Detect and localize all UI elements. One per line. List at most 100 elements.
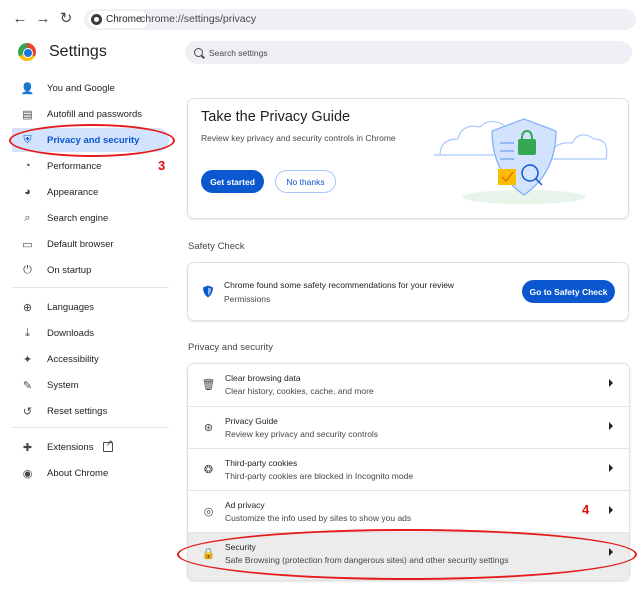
puzzle-icon: ✚	[22, 441, 33, 454]
lock-icon: 🔒	[201, 548, 216, 560]
sidebar-item-languages[interactable]: ⊕ Languages	[12, 295, 169, 319]
safety-check-message: Chrome found some safety recommendations…	[224, 280, 455, 290]
browser-icon: ▭	[22, 238, 33, 251]
palette-icon: ◕	[24, 186, 31, 198]
sidebar-item-reset-settings[interactable]: ↺ Reset settings	[12, 399, 169, 423]
no-thanks-button[interactable]: No thanks	[275, 170, 336, 193]
sidebar-item-search-engine[interactable]: ⌕ Search engine	[12, 206, 169, 230]
chevron-right-icon	[609, 506, 613, 514]
sidebar-item-autofill[interactable]: ▤ Autofill and passwords	[12, 102, 169, 126]
chrome-icon: ◉	[22, 467, 33, 480]
reset-icon: ↺	[22, 405, 33, 418]
wrench-icon: ✎	[22, 379, 33, 392]
external-link-icon	[103, 438, 114, 452]
chrome-icon	[91, 14, 102, 25]
sidebar-item-downloads[interactable]: ⤓ Downloads	[12, 321, 169, 345]
chevron-right-icon	[609, 548, 613, 556]
sidebar-divider	[12, 287, 169, 288]
row-clear-browsing-data[interactable]: 🗑 Clear browsing data Clear history, coo…	[188, 364, 629, 406]
privacy-guide-title: Take the Privacy Guide	[201, 109, 351, 125]
globe-icon: ⊕	[22, 301, 33, 314]
person-icon: 👤	[20, 82, 35, 95]
safety-shield-icon	[203, 285, 213, 298]
sidebar-divider	[12, 427, 169, 428]
ad-privacy-icon: ◎	[203, 506, 214, 518]
compass-icon: ⊛	[203, 422, 214, 434]
sidebar-item-label: Accessibility	[47, 353, 99, 365]
search-icon	[194, 48, 203, 57]
get-started-button[interactable]: Get started	[201, 170, 264, 193]
settings-brand: Settings	[18, 43, 107, 61]
row-title: Clear browsing data	[225, 373, 301, 383]
sidebar-item-label: Extensions	[47, 441, 94, 453]
row-description: Third-party cookies are blocked in Incog…	[225, 471, 414, 481]
sidebar-item-about-chrome[interactable]: ◉ About Chrome	[12, 461, 169, 485]
forward-button[interactable]: →	[34, 10, 52, 28]
privacy-settings-card: 🗑 Clear browsing data Clear history, coo…	[188, 364, 629, 580]
row-security[interactable]: 🔒 Security Safe Browsing (protection fro…	[188, 532, 629, 580]
sidebar-item-accessibility[interactable]: ✦ Accessibility	[12, 347, 169, 371]
privacy-section-heading: Privacy and security	[188, 342, 274, 353]
privacy-guide-description: Review key privacy and security controls…	[201, 133, 396, 143]
sidebar-item-you-and-google[interactable]: 👤 You and Google	[12, 76, 169, 100]
page-title: Settings	[49, 43, 107, 60]
speedometer-icon: ◔	[24, 160, 31, 172]
chrome-logo-icon	[18, 43, 36, 61]
safety-check-heading: Safety Check	[188, 241, 245, 252]
row-title: Third-party cookies	[225, 458, 298, 468]
site-chip-label: Chrome	[106, 14, 142, 25]
sidebar-item-label: You and Google	[47, 82, 115, 94]
address-bar[interactable]: Chrome chrome://settings/privacy	[84, 9, 636, 30]
row-ad-privacy[interactable]: ◎ Ad privacy Customize the info used by …	[188, 490, 629, 532]
site-chip[interactable]: Chrome	[88, 11, 148, 28]
power-icon: ⏻	[23, 263, 32, 276]
annotation-step-3: 3	[158, 158, 166, 173]
row-title: Security	[225, 542, 256, 552]
safety-check-sub: Permissions	[224, 294, 271, 304]
safety-check-card: Chrome found some safety recommendations…	[188, 263, 628, 320]
search-input[interactable]	[209, 47, 609, 58]
clipboard-icon: ▤	[22, 108, 33, 121]
sidebar-item-label: System	[47, 379, 79, 391]
shield-icon: ⛨	[23, 133, 32, 146]
sidebar-item-label: About Chrome	[47, 467, 109, 479]
sidebar-item-label: Default browser	[47, 238, 114, 250]
go-to-safety-check-button[interactable]: Go to Safety Check	[522, 280, 615, 303]
sidebar-item-extensions[interactable]: ✚ Extensions	[12, 435, 169, 459]
row-privacy-guide[interactable]: ⊛ Privacy Guide Review key privacy and s…	[188, 406, 629, 448]
cookie-icon: ❂	[203, 464, 214, 476]
annotation-step-4: 4	[582, 502, 590, 517]
download-icon: ⤓	[25, 326, 30, 339]
url-text[interactable]: chrome://settings/privacy	[140, 13, 256, 25]
sidebar-item-label: Performance	[47, 160, 102, 172]
sidebar-item-label: Autofill and passwords	[47, 108, 143, 120]
sidebar-item-default-browser[interactable]: ▭ Default browser	[12, 232, 169, 256]
sidebar-item-performance[interactable]: ◔ Performance	[12, 154, 169, 178]
chevron-right-icon	[609, 464, 613, 472]
sidebar-item-label: Appearance	[47, 186, 99, 198]
sidebar-item-label: Downloads	[47, 327, 94, 339]
privacy-guide-card: Take the Privacy Guide Review key privac…	[188, 99, 628, 218]
chevron-right-icon	[609, 379, 613, 387]
sidebar-item-on-startup[interactable]: ⏻ On startup	[12, 258, 169, 282]
row-description: Review key privacy and security controls	[225, 429, 379, 439]
row-title: Ad privacy	[225, 500, 265, 510]
search-box[interactable]	[185, 41, 632, 64]
row-title: Privacy Guide	[225, 416, 278, 426]
sidebar-item-system[interactable]: ✎ System	[12, 373, 169, 397]
row-third-party-cookies[interactable]: ❂ Third-party cookies Third-party cookie…	[188, 448, 629, 490]
back-button[interactable]: ←	[11, 10, 29, 28]
row-description: Safe Browsing (protection from dangerous…	[225, 555, 509, 565]
reload-button[interactable]: ↻	[57, 10, 75, 28]
trash-icon: 🗑	[201, 379, 216, 391]
sidebar-item-appearance[interactable]: ◕ Appearance	[12, 180, 169, 204]
sidebar-item-label: On startup	[47, 264, 92, 276]
row-description: Clear history, cookies, cache, and more	[225, 386, 374, 396]
sidebar-item-label: Search engine	[47, 212, 109, 224]
sidebar-item-label: Languages	[47, 301, 95, 313]
sidebar-item-privacy[interactable]: ⛨ Privacy and security	[12, 128, 169, 152]
sidebar-item-label: Privacy and security	[47, 134, 140, 146]
accessibility-icon: ✦	[22, 353, 33, 366]
sidebar-item-label: Reset settings	[47, 405, 108, 417]
search-icon: ⌕	[24, 211, 31, 224]
